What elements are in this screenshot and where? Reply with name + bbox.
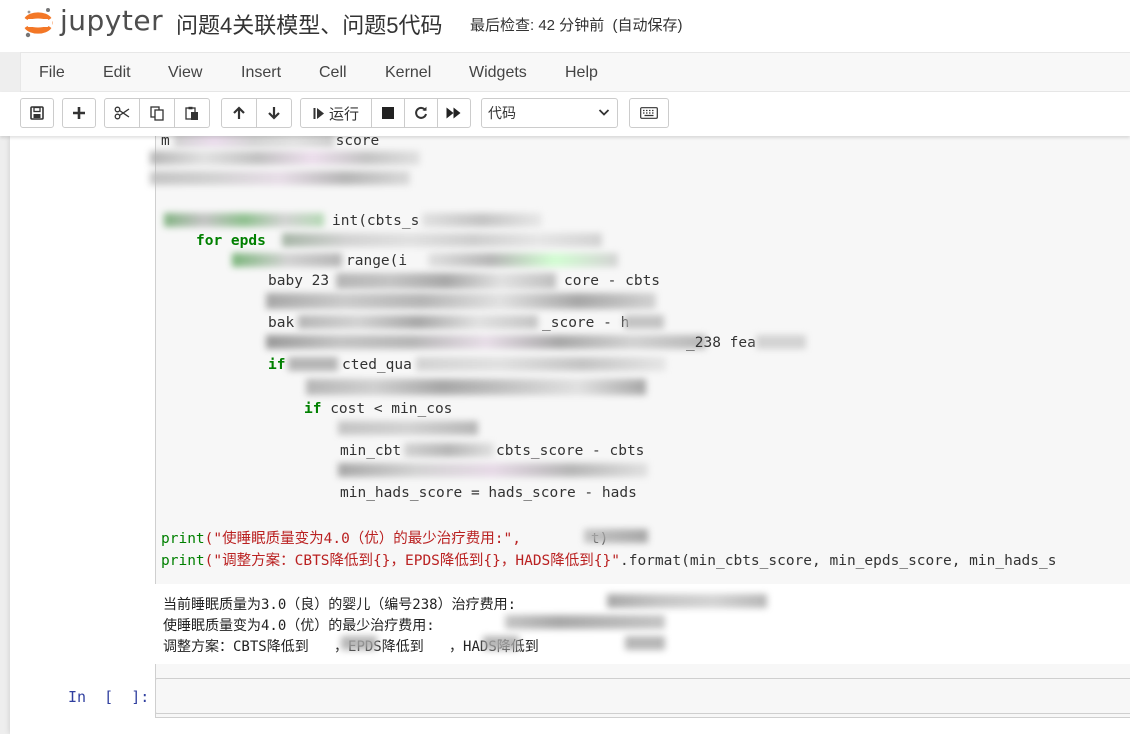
redacted-output bbox=[607, 594, 767, 608]
header: jupyter 问题4关联模型、问题5代码 最后检查: 42 分钟前 (自动保存… bbox=[0, 0, 1130, 52]
jupyter-logo-text[interactable]: jupyter bbox=[60, 4, 163, 37]
menu-insert[interactable]: Insert bbox=[241, 64, 281, 82]
menu-file[interactable]: File bbox=[39, 64, 65, 82]
paste-icon bbox=[185, 106, 198, 120]
redacted-code bbox=[266, 293, 656, 309]
redacted-output bbox=[625, 636, 665, 650]
menu-kernel[interactable]: Kernel bbox=[385, 64, 431, 82]
redacted-output bbox=[505, 615, 665, 629]
run-icon bbox=[313, 107, 324, 119]
copy-button[interactable] bbox=[139, 98, 175, 128]
run-label: 运行 bbox=[328, 105, 359, 123]
cut-icon bbox=[114, 106, 130, 120]
code-line: bak bbox=[268, 315, 295, 331]
redacted-code bbox=[338, 463, 648, 477]
redacted-code bbox=[232, 253, 342, 267]
code-line: min_hads_score = hads_score - hads bbox=[340, 485, 637, 501]
redacted-code bbox=[150, 151, 420, 165]
redacted-code bbox=[150, 171, 410, 185]
cell-type-select[interactable]: 代码 bbox=[481, 98, 618, 128]
checkpoint-status: 最后检查: 42 分钟前 (自动保存) bbox=[470, 17, 683, 34]
restart-button[interactable] bbox=[404, 98, 438, 128]
run-button-group: 运行 bbox=[300, 98, 471, 128]
run-button[interactable]: 运行 bbox=[300, 98, 372, 128]
code-line: _score - h bbox=[542, 315, 630, 331]
code-line: core - cbts bbox=[564, 273, 661, 289]
chevron-down-icon bbox=[598, 109, 610, 116]
redacted-code bbox=[404, 443, 494, 457]
code-line: for epds bbox=[196, 233, 266, 249]
move-up-icon bbox=[233, 106, 245, 119]
cell-output: 当前睡眠质量为3.0（良）的婴儿（编号238）治疗费用: 使睡眠质量变为4.0（… bbox=[155, 584, 1130, 664]
output-line: 使睡眠质量变为4.0（优）的最少治疗费用: bbox=[163, 618, 435, 634]
cell-type-value: 代码 bbox=[488, 105, 516, 121]
code-line: _238 fea bbox=[686, 335, 756, 351]
redacted-code bbox=[266, 335, 706, 349]
redacted-code bbox=[756, 335, 806, 349]
code-line: print("使睡眠质量变为4.0（优）的最少治疗费用:",xxxxxxx t) bbox=[161, 531, 608, 547]
command-palette-button[interactable] bbox=[629, 98, 669, 128]
menu-view[interactable]: View bbox=[168, 64, 202, 82]
redacted-output bbox=[483, 636, 519, 650]
notebook-container: mxxxxxxxxxxxxxxxxxxxscore int(cbts_s for… bbox=[10, 136, 1130, 734]
redacted-code bbox=[416, 357, 666, 371]
redacted-code bbox=[338, 421, 478, 435]
jupyter-logo-icon[interactable] bbox=[23, 6, 54, 45]
restart-run-all-icon bbox=[446, 107, 461, 119]
menu-edit[interactable]: Edit bbox=[103, 64, 131, 82]
redacted-code bbox=[298, 315, 538, 329]
code-line: print("调整方案：CBTS降低到{}，EPDS降低到{}，HADS降低到{… bbox=[161, 553, 1057, 569]
code-line: min_cbt bbox=[340, 443, 402, 459]
copy-icon bbox=[150, 105, 164, 121]
redacted-code bbox=[422, 213, 542, 227]
restart-icon bbox=[415, 106, 427, 119]
move-down-button[interactable] bbox=[256, 98, 292, 128]
redacted-code bbox=[282, 233, 602, 247]
code-line: range(i bbox=[346, 253, 408, 269]
cut-button[interactable] bbox=[104, 98, 140, 128]
redacted-code bbox=[624, 315, 664, 329]
toolbar: 运行 代码 bbox=[0, 92, 1130, 136]
code-line: int(cbts_s bbox=[332, 213, 420, 229]
redacted-code bbox=[306, 379, 646, 395]
save-button[interactable] bbox=[20, 98, 54, 128]
add-cell-button[interactable] bbox=[62, 98, 96, 128]
restart-run-all-button[interactable] bbox=[437, 98, 471, 128]
empty-code-cell[interactable] bbox=[155, 678, 1130, 714]
output-line: 当前睡眠质量为3.0（良）的婴儿（编号238）治疗费用: bbox=[163, 597, 516, 613]
menu-help[interactable]: Help bbox=[565, 64, 598, 82]
menu-widgets[interactable]: Widgets bbox=[469, 64, 527, 82]
code-line: cted_qua bbox=[342, 357, 412, 373]
redacted-code bbox=[164, 213, 324, 227]
keyboard-icon bbox=[640, 107, 658, 119]
code-line: if cost < min_cos bbox=[304, 401, 453, 417]
move-button-group bbox=[221, 98, 292, 128]
code-line: cbts_score - cbts bbox=[496, 443, 645, 459]
code-line: if bbox=[268, 357, 286, 373]
interrupt-button[interactable] bbox=[371, 98, 405, 128]
redacted-code bbox=[584, 529, 648, 543]
menu-cell[interactable]: Cell bbox=[319, 64, 347, 82]
notebook-title[interactable]: 问题4关联模型、问题5代码 bbox=[176, 8, 442, 40]
paste-button[interactable] bbox=[174, 98, 210, 128]
redacted-code bbox=[288, 357, 338, 371]
edit-button-group bbox=[104, 98, 210, 128]
interrupt-icon bbox=[382, 107, 394, 119]
move-up-button[interactable] bbox=[221, 98, 257, 128]
save-icon bbox=[30, 106, 44, 120]
redacted-output bbox=[341, 636, 377, 650]
input-prompt: In [ ]: bbox=[68, 688, 150, 706]
move-down-icon bbox=[268, 107, 280, 120]
redacted-code bbox=[336, 273, 556, 289]
menu-bar: File Edit View Insert Cell Kernel Widget… bbox=[20, 52, 1130, 92]
redacted-code bbox=[174, 136, 334, 147]
code-line: baby 23 bbox=[268, 273, 330, 289]
redacted-code bbox=[428, 253, 618, 267]
add-cell-icon bbox=[73, 107, 85, 119]
